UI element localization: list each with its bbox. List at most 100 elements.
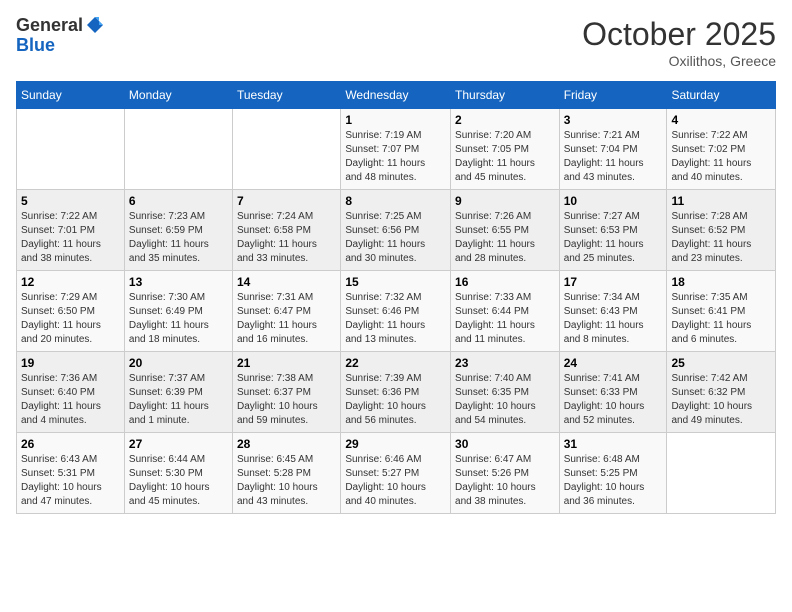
day-info: Sunrise: 7:21 AM Sunset: 7:04 PM Dayligh… <box>564 129 663 185</box>
calendar-cell: 18 Sunrise: 7:35 AM Sunset: 6:41 PM Dayli… <box>667 271 776 352</box>
day-info: Sunrise: 7:29 AM Sunset: 6:50 PM Dayligh… <box>21 291 120 347</box>
day-info: Sunrise: 7:39 AM Sunset: 6:36 PM Dayligh… <box>345 372 446 428</box>
calendar-cell: 2Sunrise: 7:20 AM Sunset: 7:05 PM Daylig… <box>451 109 560 190</box>
day-number: 26 <box>21 437 120 451</box>
day-info: Sunrise: 7:25 AM Sunset: 6:56 PM Dayligh… <box>345 210 446 266</box>
day-info: Sunrise: 6:44 AM Sunset: 5:30 PM Dayligh… <box>129 453 228 509</box>
day-number: 12 <box>21 275 120 289</box>
title-section: October 2025 Oxilithos, Greece <box>582 16 776 69</box>
calendar-cell: 13 Sunrise: 7:30 AM Sunset: 6:49 PM Dayli… <box>124 271 232 352</box>
day-info: Sunrise: 6:45 AM Sunset: 5:28 PM Dayligh… <box>237 453 336 509</box>
day-number: 18 <box>671 275 771 289</box>
day-info: Sunrise: 6:46 AM Sunset: 5:27 PM Dayligh… <box>345 453 446 509</box>
day-info: Sunrise: 7:34 AM Sunset: 6:43 PM Dayligh… <box>564 291 663 347</box>
day-info: Sunrise: 6:43 AM Sunset: 5:31 PM Dayligh… <box>21 453 120 509</box>
header-sunday: Sunday <box>17 82 125 109</box>
day-number: 28 <box>237 437 336 451</box>
day-info: Sunrise: 7:26 AM Sunset: 6:55 PM Dayligh… <box>455 210 555 266</box>
calendar-cell: 6Sunrise: 7:23 AM Sunset: 6:59 PM Daylig… <box>124 190 232 271</box>
day-info: Sunrise: 7:36 AM Sunset: 6:40 PM Dayligh… <box>21 372 120 428</box>
header-wednesday: Wednesday <box>341 82 451 109</box>
calendar-cell: 15 Sunrise: 7:32 AM Sunset: 6:46 PM Dayli… <box>341 271 451 352</box>
calendar-cell: 31 Sunrise: 6:48 AM Sunset: 5:25 PM Dayli… <box>559 433 667 514</box>
header-tuesday: Tuesday <box>233 82 341 109</box>
day-number: 24 <box>564 356 663 370</box>
day-info: Sunrise: 7:31 AM Sunset: 6:47 PM Dayligh… <box>237 291 336 347</box>
day-number: 13 <box>129 275 228 289</box>
day-number: 11 <box>671 194 771 208</box>
day-info: Sunrise: 7:35 AM Sunset: 6:41 PM Dayligh… <box>671 291 771 347</box>
header-monday: Monday <box>124 82 232 109</box>
day-number: 9 <box>455 194 555 208</box>
day-info: Sunrise: 7:42 AM Sunset: 6:32 PM Dayligh… <box>671 372 771 428</box>
calendar-cell: 30Sunrise: 6:47 AM Sunset: 5:26 PM Dayli… <box>451 433 560 514</box>
day-number: 29 <box>345 437 446 451</box>
day-number: 27 <box>129 437 228 451</box>
calendar-cell: 20 Sunrise: 7:37 AM Sunset: 6:39 PM Dayli… <box>124 352 232 433</box>
calendar-cell: 7 Sunrise: 7:24 AM Sunset: 6:58 PM Daylig… <box>233 190 341 271</box>
calendar-cell: 4Sunrise: 7:22 AM Sunset: 7:02 PM Daylig… <box>667 109 776 190</box>
calendar-cell: 3 Sunrise: 7:21 AM Sunset: 7:04 PM Daylig… <box>559 109 667 190</box>
calendar-cell: 19Sunrise: 7:36 AM Sunset: 6:40 PM Dayli… <box>17 352 125 433</box>
day-number: 7 <box>237 194 336 208</box>
day-number: 8 <box>345 194 446 208</box>
calendar-cell: 22Sunrise: 7:39 AM Sunset: 6:36 PM Dayli… <box>341 352 451 433</box>
logo-icon <box>85 15 105 35</box>
day-number: 21 <box>237 356 336 370</box>
day-number: 25 <box>671 356 771 370</box>
day-info: Sunrise: 7:22 AM Sunset: 7:01 PM Dayligh… <box>21 210 120 266</box>
calendar-cell: 9 Sunrise: 7:26 AM Sunset: 6:55 PM Daylig… <box>451 190 560 271</box>
day-number: 20 <box>129 356 228 370</box>
day-info: Sunrise: 7:19 AM Sunset: 7:07 PM Dayligh… <box>345 129 446 185</box>
day-number: 15 <box>345 275 446 289</box>
calendar-cell: 8 Sunrise: 7:25 AM Sunset: 6:56 PM Daylig… <box>341 190 451 271</box>
logo-general: General <box>16 16 83 36</box>
page-header: General Blue October 2025 Oxilithos, Gre… <box>16 16 776 69</box>
day-number: 23 <box>455 356 555 370</box>
day-number: 10 <box>564 194 663 208</box>
calendar-cell <box>124 109 232 190</box>
day-number: 3 <box>564 113 663 127</box>
day-info: Sunrise: 7:33 AM Sunset: 6:44 PM Dayligh… <box>455 291 555 347</box>
week-row-2: 12 Sunrise: 7:29 AM Sunset: 6:50 PM Dayli… <box>17 271 776 352</box>
week-row-0: 1Sunrise: 7:19 AM Sunset: 7:07 PM Daylig… <box>17 109 776 190</box>
day-info: Sunrise: 7:40 AM Sunset: 6:35 PM Dayligh… <box>455 372 555 428</box>
calendar-table: SundayMondayTuesdayWednesdayThursdayFrid… <box>16 81 776 514</box>
location: Oxilithos, Greece <box>582 53 776 69</box>
calendar-cell: 27 Sunrise: 6:44 AM Sunset: 5:30 PM Dayli… <box>124 433 232 514</box>
logo-text: General Blue <box>16 16 105 56</box>
day-info: Sunrise: 7:24 AM Sunset: 6:58 PM Dayligh… <box>237 210 336 266</box>
day-info: Sunrise: 6:47 AM Sunset: 5:26 PM Dayligh… <box>455 453 555 509</box>
calendar-cell <box>17 109 125 190</box>
header-row: SundayMondayTuesdayWednesdayThursdayFrid… <box>17 82 776 109</box>
day-number: 16 <box>455 275 555 289</box>
day-number: 31 <box>564 437 663 451</box>
calendar-cell: 28 Sunrise: 6:45 AM Sunset: 5:28 PM Dayli… <box>233 433 341 514</box>
calendar-cell: 17Sunrise: 7:34 AM Sunset: 6:43 PM Dayli… <box>559 271 667 352</box>
logo: General Blue <box>16 16 105 56</box>
header-thursday: Thursday <box>451 82 560 109</box>
day-number: 6 <box>129 194 228 208</box>
day-info: Sunrise: 7:37 AM Sunset: 6:39 PM Dayligh… <box>129 372 228 428</box>
calendar-cell: 14Sunrise: 7:31 AM Sunset: 6:47 PM Dayli… <box>233 271 341 352</box>
calendar-cell <box>667 433 776 514</box>
calendar-cell: 26 Sunrise: 6:43 AM Sunset: 5:31 PM Dayli… <box>17 433 125 514</box>
calendar-cell: 1Sunrise: 7:19 AM Sunset: 7:07 PM Daylig… <box>341 109 451 190</box>
day-info: Sunrise: 6:48 AM Sunset: 5:25 PM Dayligh… <box>564 453 663 509</box>
week-row-1: 5 Sunrise: 7:22 AM Sunset: 7:01 PM Daylig… <box>17 190 776 271</box>
week-row-4: 26 Sunrise: 6:43 AM Sunset: 5:31 PM Dayli… <box>17 433 776 514</box>
day-info: Sunrise: 7:32 AM Sunset: 6:46 PM Dayligh… <box>345 291 446 347</box>
calendar-cell: 10 Sunrise: 7:27 AM Sunset: 6:53 PM Dayli… <box>559 190 667 271</box>
calendar-cell: 23 Sunrise: 7:40 AM Sunset: 6:35 PM Dayli… <box>451 352 560 433</box>
calendar-cell: 25 Sunrise: 7:42 AM Sunset: 6:32 PM Dayli… <box>667 352 776 433</box>
day-info: Sunrise: 7:41 AM Sunset: 6:33 PM Dayligh… <box>564 372 663 428</box>
day-number: 4 <box>671 113 771 127</box>
calendar-cell: 29 Sunrise: 6:46 AM Sunset: 5:27 PM Dayli… <box>341 433 451 514</box>
day-info: Sunrise: 7:20 AM Sunset: 7:05 PM Dayligh… <box>455 129 555 185</box>
day-info: Sunrise: 7:30 AM Sunset: 6:49 PM Dayligh… <box>129 291 228 347</box>
header-saturday: Saturday <box>667 82 776 109</box>
calendar-cell: 11Sunrise: 7:28 AM Sunset: 6:52 PM Dayli… <box>667 190 776 271</box>
day-info: Sunrise: 7:27 AM Sunset: 6:53 PM Dayligh… <box>564 210 663 266</box>
day-number: 5 <box>21 194 120 208</box>
calendar-cell: 12 Sunrise: 7:29 AM Sunset: 6:50 PM Dayli… <box>17 271 125 352</box>
